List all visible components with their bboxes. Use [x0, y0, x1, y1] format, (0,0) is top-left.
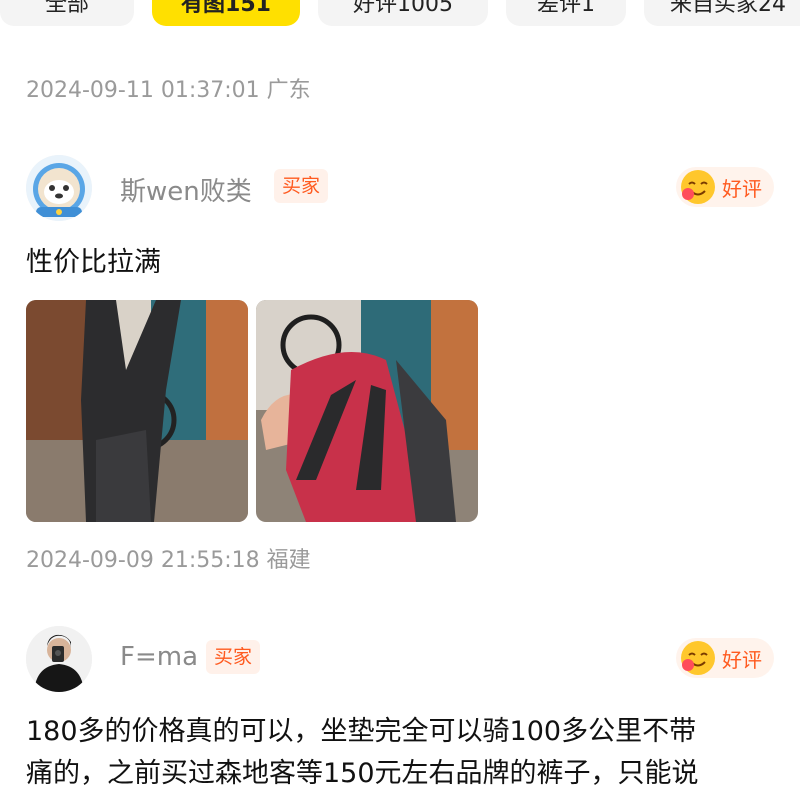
- avatar[interactable]: [26, 626, 92, 692]
- astronaut-cat-avatar-image: [26, 155, 92, 221]
- avatar[interactable]: [26, 155, 92, 221]
- filter-tabs: 全部 有图151 好评1005 差评1 来自买家24: [0, 0, 800, 28]
- bib-shorts-photo: [26, 300, 248, 522]
- tab-negative[interactable]: 差评1: [506, 0, 626, 26]
- review-text-line: 180多的价格真的可以，坐垫完全可以骑100多公里不带: [26, 716, 697, 747]
- positive-rating-badge: 好评: [676, 638, 774, 678]
- red-bib-shorts-photo: [256, 300, 478, 522]
- review-card: 斯wen败类 买家 好评 性价比拉满 2024-09-09 21:55:18 福…: [0, 155, 800, 595]
- tab-from-buyers[interactable]: 来自买家24: [644, 0, 800, 26]
- review-card: F=ma 买家 好评 180多的价格真的可以，坐垫完全可以骑100多公里不带 痛…: [0, 626, 800, 800]
- review-photo[interactable]: [256, 300, 478, 522]
- username[interactable]: 斯wen败类: [120, 171, 252, 208]
- review-text: 性价比拉满: [26, 247, 161, 278]
- tab-positive[interactable]: 好评1005: [318, 0, 488, 26]
- rating-label: 好评: [722, 176, 762, 201]
- smiling-face-icon: [681, 170, 715, 204]
- smiling-face-icon: [681, 641, 715, 675]
- buyer-badge: 买家: [206, 640, 261, 674]
- review-text-line: 痛的，之前买过森地客等150元左右品牌的裤子，只能说: [26, 758, 699, 789]
- username[interactable]: F=ma: [120, 642, 198, 672]
- positive-rating-badge: 好评: [676, 167, 774, 207]
- buyer-badge: 买家: [274, 169, 329, 203]
- review-timestamp: 2024-09-11 01:37:01 广东: [26, 78, 311, 103]
- review-photo[interactable]: [26, 300, 248, 522]
- person-selfie-avatar-image: [26, 626, 92, 692]
- tab-with-photos[interactable]: 有图151: [152, 0, 300, 26]
- rating-label: 好评: [722, 647, 762, 672]
- review-timestamp: 2024-09-09 21:55:18 福建: [26, 548, 311, 573]
- tab-all[interactable]: 全部: [0, 0, 134, 26]
